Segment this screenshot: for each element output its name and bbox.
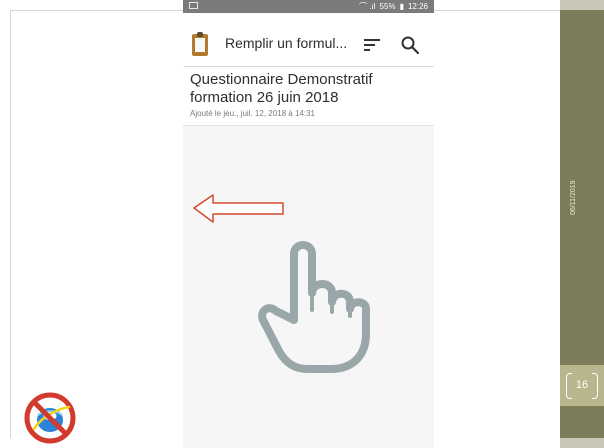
page-number: 16 (566, 373, 598, 399)
form-added-date: Ajouté le jeu., juil. 12, 2018 à 14:31 (190, 109, 315, 118)
pointing-hand-icon (258, 241, 370, 373)
app-bar: Remplir un formul... (183, 13, 434, 66)
battery-level: 55% (379, 2, 396, 11)
left-arrow-icon (193, 194, 284, 223)
image-icon (189, 2, 198, 9)
no-internet-explorer-icon (24, 392, 76, 444)
slide-date: 06/11/2019 (570, 180, 577, 215)
wifi-signal-icon: ⌒ .ıl (359, 2, 376, 11)
form-title: Questionnaire Demonstratif formation 26 … (190, 71, 373, 106)
battery-icon: ▮ (399, 2, 404, 11)
clipboard-icon (192, 32, 208, 56)
status-bar: ⌒ .ıl 55% ▮ 12:26 (183, 0, 434, 13)
app-title: Remplir un formul... (225, 35, 348, 51)
status-icons: ⌒ .ıl 55% ▮ 12:26 (359, 1, 428, 12)
status-time: 12:26 (407, 2, 428, 11)
phone-screen: ⌒ .ıl 55% ▮ 12:26 Remplir un formul... Q… (183, 0, 434, 448)
sort-icon[interactable] (364, 39, 380, 51)
search-icon[interactable] (401, 36, 419, 54)
form-list-item[interactable]: Questionnaire Demonstratif formation 26 … (183, 67, 434, 126)
